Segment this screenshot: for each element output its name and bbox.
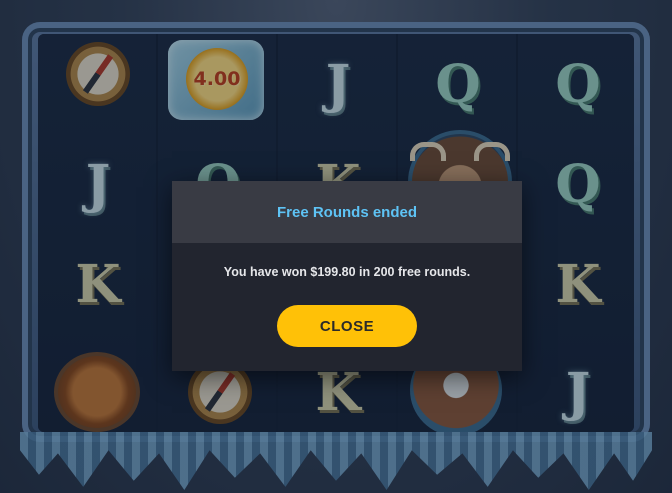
dialog-message: You have won $199.80 in 200 free rounds. <box>223 265 471 279</box>
dialog-title: Free Rounds ended <box>276 203 418 221</box>
close-button[interactable]: CLOSE <box>277 305 417 347</box>
dialog-header: Free Rounds ended <box>172 181 522 243</box>
free-rounds-dialog: Free Rounds ended You have won $199.80 i… <box>172 181 522 371</box>
